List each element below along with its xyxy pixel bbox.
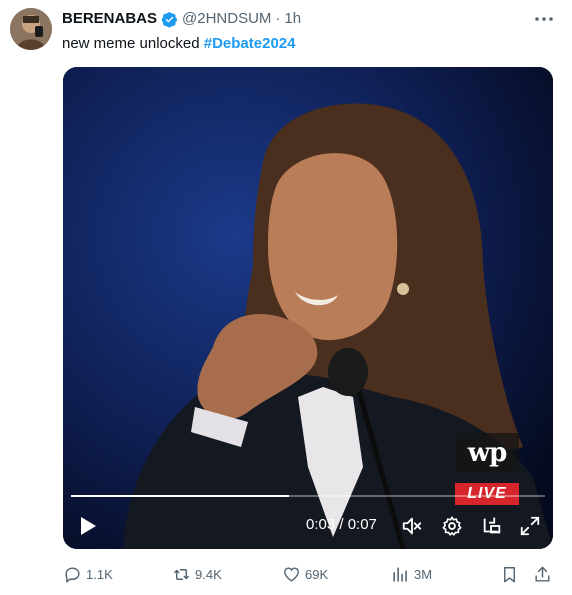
reply-count: 1.1K <box>86 566 113 582</box>
repost-icon <box>173 568 190 580</box>
video-frame <box>63 67 553 549</box>
picture-in-picture-icon[interactable] <box>481 515 503 537</box>
bookmark-button[interactable] <box>500 563 523 585</box>
washington-post-logo: wp <box>455 433 519 473</box>
video-progress-bar[interactable] <box>71 495 545 497</box>
user-handle[interactable]: @2HNDSUM <box>182 10 271 28</box>
repost-button[interactable]: 9.4K <box>172 563 222 585</box>
fullscreen-icon[interactable] <box>519 515 541 537</box>
heart-icon <box>284 566 299 582</box>
tweet-text-body: new meme unlocked <box>62 35 204 52</box>
view-count: 3M <box>414 566 433 582</box>
video-progress-fill <box>71 495 290 497</box>
more-options-icon[interactable] <box>533 10 555 28</box>
mute-icon[interactable] <box>401 515 423 537</box>
tweet-text: new meme unlocked #Debate2024 <box>62 34 295 53</box>
share-icon <box>535 566 550 582</box>
share-button[interactable] <box>533 563 556 585</box>
like-count: 69K <box>305 566 329 582</box>
play-icon[interactable] <box>77 515 99 537</box>
verified-badge-icon <box>161 11 177 27</box>
video-time: 0:03 / 0:07 <box>306 516 377 533</box>
live-badge: LIVE <box>455 483 519 505</box>
video-player[interactable]: wp LIVE 0:03 / 0:07 <box>63 67 553 549</box>
separator-dot: · <box>275 10 281 27</box>
reply-button[interactable]: 1.1K <box>63 563 113 585</box>
tweet-actions: 1.1K 9.4K 69K 3M <box>0 563 572 587</box>
like-button[interactable]: 69K <box>282 563 328 585</box>
reply-icon <box>65 566 80 583</box>
repost-count: 9.4K <box>195 566 222 582</box>
username[interactable]: BERENABAS <box>62 10 157 28</box>
user-avatar-icon[interactable] <box>10 8 52 50</box>
tweet-timestamp[interactable]: 1h <box>284 10 301 28</box>
hashtag-link[interactable]: #Debate2024 <box>204 35 296 52</box>
tweet-header: BERENABAS @2HNDSUM · 1h <box>62 10 301 28</box>
views-icon <box>393 566 407 582</box>
bookmark-icon <box>504 566 515 582</box>
settings-icon[interactable] <box>441 515 463 537</box>
views-button[interactable]: 3M <box>391 563 432 585</box>
